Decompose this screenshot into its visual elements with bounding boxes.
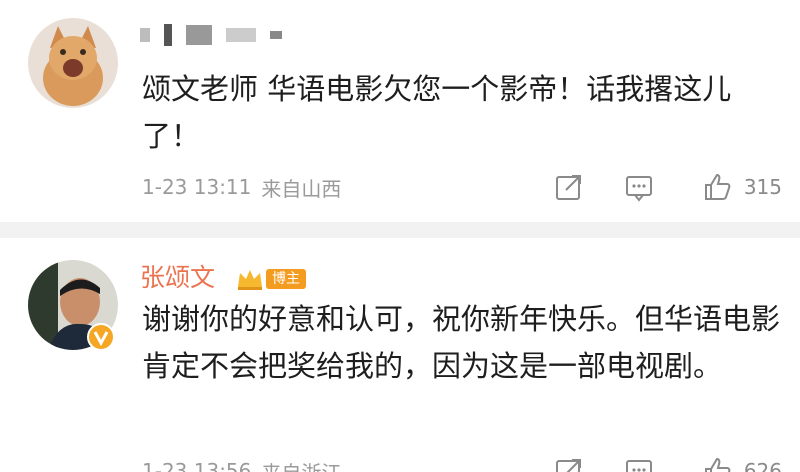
comment-meta: 1-23 13:11 来自山西 315 [142,170,782,204]
crown-badge-icon [238,270,262,290]
comment-item: 张颂文 博主 谢谢你的好意和认可，祝你新年快乐。但华语电影肯定不会把奖给我的，因… [0,238,800,472]
comment-source: 来自浙江 [261,457,341,472]
like-count: 626 [743,459,782,472]
comment-actions: 626 [554,454,782,472]
badge-label: 博主 [266,269,306,289]
comment-actions: 315 [554,170,782,204]
comment-time: 1-23 13:56 [142,459,252,472]
comment-icon[interactable] [624,456,654,472]
thumbs-up-icon[interactable] [702,172,732,202]
verified-v-icon [87,323,115,351]
share-icon[interactable] [554,456,584,472]
share-icon[interactable] [554,172,584,202]
comment-icon[interactable] [624,172,654,202]
comment-text: 颂文老师 华语电影欠您一个影帝！话我撂这儿了！ [142,72,732,153]
thumbs-up-icon[interactable] [702,456,732,472]
avatar[interactable] [28,18,118,108]
like-count: 315 [743,175,782,199]
comment-meta: 1-23 13:56 来自浙江 626 [142,454,782,472]
cat-avatar-image [28,18,118,108]
blogger-badge: 博主 [236,266,306,292]
comment-time: 1-23 13:11 [142,175,252,199]
comment-text: 谢谢你的好意和认可，祝你新年快乐。但华语电影肯定不会把奖给我的，因为这是一部电视… [142,302,781,383]
comment-source: 来自山西 [261,176,342,201]
comment-item: 颂文老师 华语电影欠您一个影帝！话我撂这儿了！ 1-23 13:11 来自山西 … [0,0,800,222]
username[interactable]: 张颂文 [140,262,215,294]
username-blurred[interactable] [140,18,288,50]
comment-separator [0,222,800,238]
